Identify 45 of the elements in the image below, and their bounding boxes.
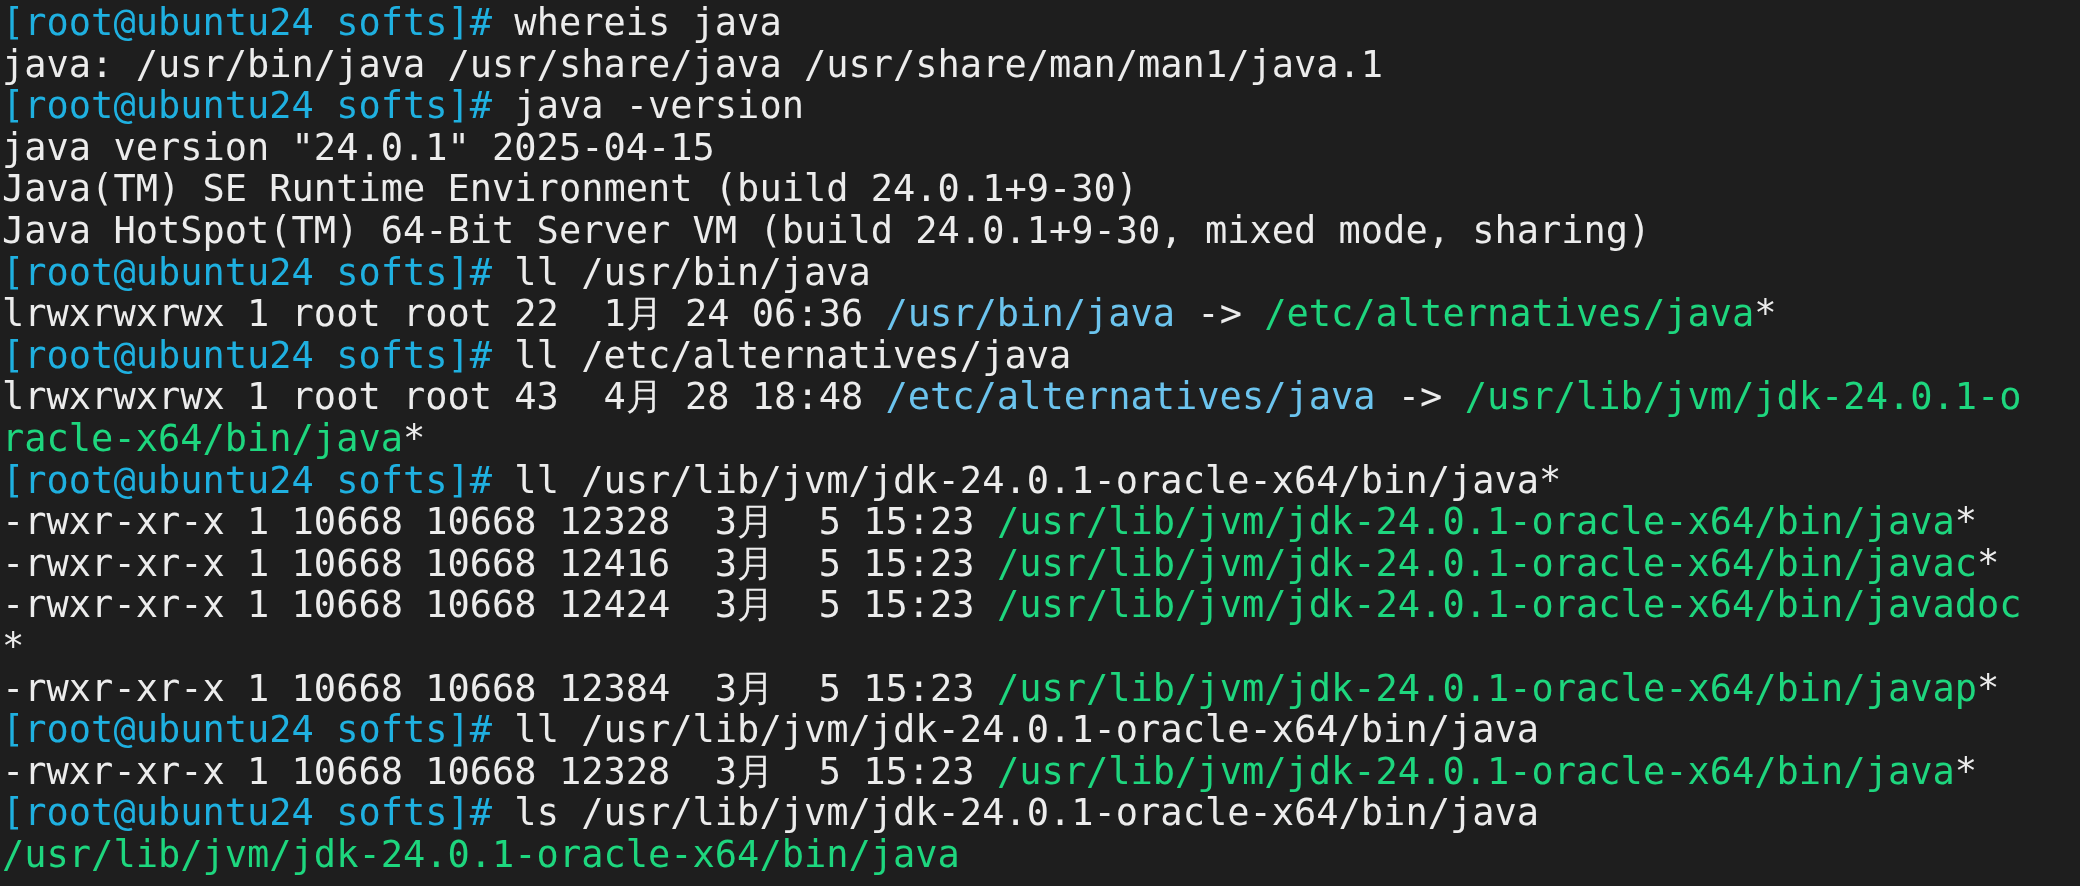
output-text: -> [1196,292,1243,336]
output-text: * [1954,749,1978,793]
output-text: java version "24.0.1" 2025-04-15 [2,125,715,169]
symlink-path: /etc/alternatives/java [885,375,1376,419]
output-text: * [2,624,25,668]
executable-path: /usr/lib/jvm/jdk-24.0.1-oracle-x64/bin/javac [996,541,1977,585]
output-text: Java(TM) SE Runtime Environment (build 24.0.1+9-30) [2,167,1139,211]
executable-path: /usr/lib/jvm/jdk-24.0.1-oracle-x64/bin/javap [996,666,1977,710]
executable-path: /usr/lib/jvm/jdk-24.0.1-oracle-x64/bin/javadoc [996,583,2022,627]
output-text: * [1954,500,1978,544]
command-text: ll /usr/bin/java [513,250,871,294]
output-text: -rwxr-xr-x 1 10668 10668 12424 3月 5 15:23 [2,583,976,627]
output-text: Java HotSpot(TM) 64-Bit Server VM (build 24.0.1+9-30, mixed mode, sharing) [2,208,1651,252]
output-text: lrwxrwxrwx 1 root root 22 1月 24 06:36 [2,292,864,336]
shell-prompt: [root@ubuntu24 softs]# [2,1,493,44]
output-text: * [1754,292,1777,336]
output-text: * [402,416,426,460]
shell-prompt: [root@ubuntu24 softs]# [2,708,493,752]
shell-prompt: [root@ubuntu24 softs]# [2,458,493,502]
output-text: -rwxr-xr-x 1 10668 10668 12384 3月 5 15:23 [2,666,976,710]
output-text: -rwxr-xr-x 1 10668 10668 12416 3月 5 15:23 [2,541,976,585]
command-text: ll /usr/lib/jvm/jdk-24.0.1-oracle-x64/bin/java* [513,458,1562,502]
command-text: ll /usr/lib/jvm/jdk-24.0.1-oracle-x64/bin/java [513,708,1540,752]
executable-path: racle-x64/bin/java [2,416,403,460]
shell-prompt: [root@ubuntu24 softs]# [2,250,493,294]
executable-path: /etc/alternatives/java [1264,292,1755,336]
executable-path: /usr/lib/jvm/jdk-24.0.1-oracle-x64/bin/java [996,500,1955,544]
output-text: * [1977,666,2000,710]
shell-prompt: [root@ubuntu24 softs]# [2,791,493,835]
output-text: -rwxr-xr-x 1 10668 10668 12328 3月 5 15:23 [2,500,975,544]
output-text: lrwxrwxrwx 1 root root 43 4月 28 18:48 [2,375,864,419]
output-text: java: /usr/bin/java /usr/share/java /usr/share/man/man1/java.1 [2,42,1384,86]
output-text: -rwxr-xr-x 1 10668 10668 12328 3月 5 15:23 [2,749,975,793]
command-text: java -version [514,84,804,128]
command-text: ls /usr/lib/jvm/jdk-24.0.1-oracle-x64/bin/java [513,791,1540,835]
shell-prompt: [root@ubuntu24 softs]# [2,333,493,377]
symlink-path: /usr/bin/java [885,292,1176,336]
output-text: * [1977,541,2000,585]
executable-path: /usr/lib/jvm/jdk-24.0.1-oracle-x64/bin/java [2,832,960,876]
executable-path: /usr/lib/jvm/jdk-24.0.1-o [1464,375,2022,419]
shell-prompt: [root@ubuntu24 softs]# [2,84,493,128]
output-text: -> [1396,375,1444,419]
executable-path: /usr/lib/jvm/jdk-24.0.1-oracle-x64/bin/java [996,749,1955,793]
command-text: whereis java [513,1,782,44]
command-text: ll /etc/alternatives/java [513,333,1072,377]
